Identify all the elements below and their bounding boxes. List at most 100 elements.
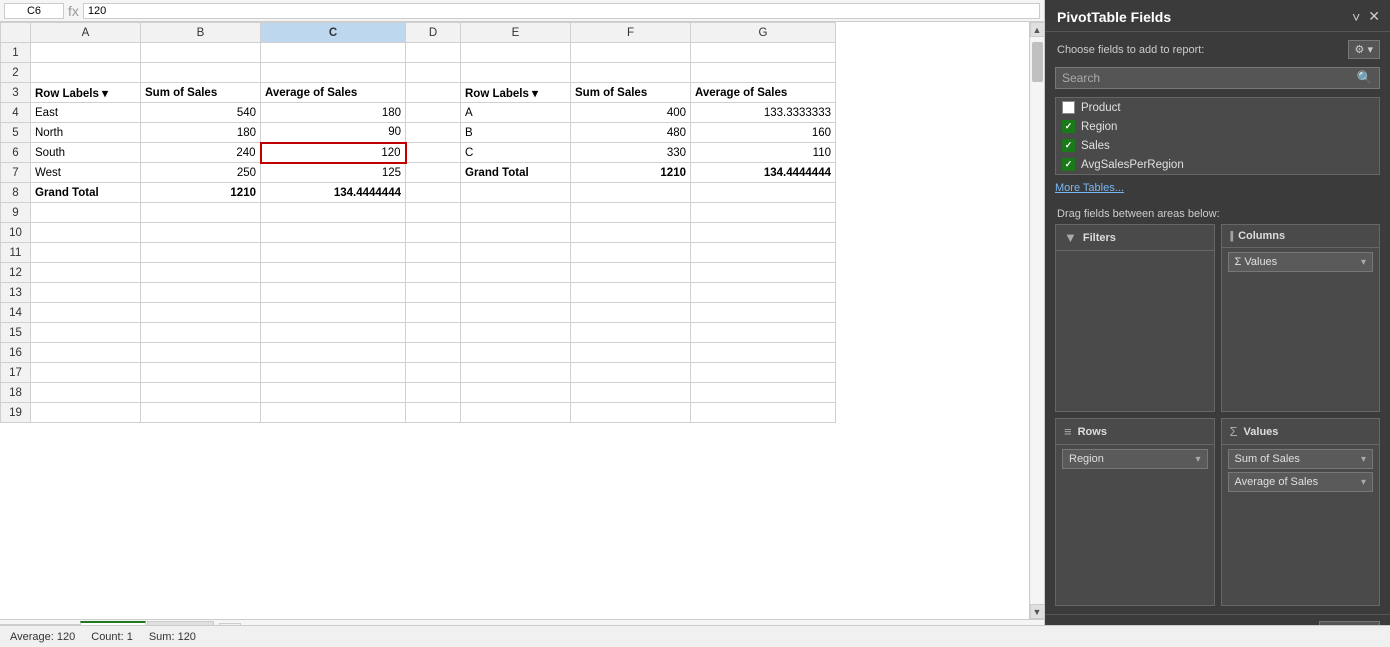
cell-G2[interactable] — [691, 63, 836, 83]
cell-E5[interactable]: B — [461, 123, 571, 143]
row-num: 7 — [1, 163, 31, 183]
pivot-search-box[interactable]: 🔍 — [1055, 67, 1380, 89]
cell-D5[interactable] — [406, 123, 461, 143]
cell-reference-box[interactable] — [4, 3, 64, 19]
col-header-C[interactable]: C — [261, 23, 406, 43]
pivot-field-item-avgsalesperregion[interactable]: AvgSalesPerRegion — [1056, 155, 1379, 174]
cell-E1[interactable] — [461, 43, 571, 63]
cell-A5[interactable]: North — [31, 123, 141, 143]
table-row: 17 — [1, 363, 836, 383]
cell-B8[interactable]: 1210 — [141, 183, 261, 203]
pivot-field-item-sales[interactable]: Sales — [1056, 136, 1379, 155]
field-checkbox-sales[interactable] — [1062, 139, 1075, 152]
scroll-up-button[interactable]: ▲ — [1030, 22, 1045, 37]
cell-F5[interactable]: 480 — [571, 123, 691, 143]
cell-A6[interactable]: South — [31, 143, 141, 163]
cell-F4[interactable]: 400 — [571, 103, 691, 123]
cell-G6[interactable]: 110 — [691, 143, 836, 163]
scroll-thumb[interactable] — [1032, 42, 1043, 82]
pivot-panel-header: PivotTable Fields ˅ ✕ — [1045, 0, 1390, 32]
cell-B3[interactable]: Sum of Sales — [141, 83, 261, 103]
col-header-G[interactable]: G — [691, 23, 836, 43]
cell-G7[interactable]: 134.4444444 — [691, 163, 836, 183]
formula-input[interactable] — [83, 3, 1040, 19]
pivot-field-item-region[interactable]: Region — [1056, 117, 1379, 136]
col-header-D[interactable]: D — [406, 23, 461, 43]
table-row: 16 — [1, 343, 836, 363]
pivot-field-item-product[interactable]: Product — [1056, 98, 1379, 117]
cell-F7[interactable]: 1210 — [571, 163, 691, 183]
pivot-drag-label: Drag fields between areas below: — [1045, 200, 1390, 224]
cell-F8[interactable] — [571, 183, 691, 203]
pivot-rows-region-item[interactable]: Region ▾ — [1062, 449, 1208, 469]
col-header-F[interactable]: F — [571, 23, 691, 43]
pivot-panel: PivotTable Fields ˅ ✕ Choose fields to a… — [1045, 0, 1390, 647]
cell-G3[interactable]: Average of Sales — [691, 83, 836, 103]
pivot-search-input[interactable] — [1062, 71, 1357, 85]
cell-B2[interactable] — [141, 63, 261, 83]
cell-E6[interactable]: C — [461, 143, 571, 163]
cell-D7[interactable] — [406, 163, 461, 183]
cell-G1[interactable] — [691, 43, 836, 63]
cell-A8[interactable]: Grand Total — [31, 183, 141, 203]
table-row: 1 — [1, 43, 836, 63]
cell-D4[interactable] — [406, 103, 461, 123]
cell-B6[interactable]: 240 — [141, 143, 261, 163]
chevron-down-icon[interactable]: ˅ — [1352, 9, 1360, 25]
cell-A1[interactable] — [31, 43, 141, 63]
cell-C5[interactable]: 90 — [261, 123, 406, 143]
pivot-gear-button[interactable]: ⚙ ▾ — [1348, 40, 1380, 59]
pivot-columns-values-item[interactable]: Σ Values ▾ — [1228, 252, 1374, 272]
cell-E2[interactable] — [461, 63, 571, 83]
cell-C2[interactable] — [261, 63, 406, 83]
cell-E8[interactable] — [461, 183, 571, 203]
cell-F3[interactable]: Sum of Sales — [571, 83, 691, 103]
pivot-values-sum-item[interactable]: Sum of Sales ▾ — [1228, 449, 1374, 469]
cell-C1[interactable] — [261, 43, 406, 63]
cell-C6[interactable]: 120 — [261, 143, 406, 163]
cell-G8[interactable] — [691, 183, 836, 203]
cell-D8[interactable] — [406, 183, 461, 203]
cell-B1[interactable] — [141, 43, 261, 63]
field-checkbox-avgsalesperregion[interactable] — [1062, 158, 1075, 171]
cell-F6[interactable]: 330 — [571, 143, 691, 163]
col-header-E[interactable]: E — [461, 23, 571, 43]
cell-D2[interactable] — [406, 63, 461, 83]
close-icon[interactable]: ✕ — [1368, 8, 1380, 25]
cell-A2[interactable] — [31, 63, 141, 83]
pivot-choose-section: Choose fields to add to report: ⚙ ▾ — [1045, 32, 1390, 63]
cell-G4[interactable]: 133.3333333 — [691, 103, 836, 123]
cell-G5[interactable]: 160 — [691, 123, 836, 143]
cell-E4[interactable]: A — [461, 103, 571, 123]
cell-C7[interactable]: 125 — [261, 163, 406, 183]
vertical-scrollbar[interactable]: ▲ ▼ — [1029, 22, 1044, 619]
table-row: 2 — [1, 63, 836, 83]
status-average: Average: 120 — [10, 631, 75, 643]
more-tables-link[interactable]: More Tables... — [1045, 179, 1390, 200]
cell-C8[interactable]: 134.4444444 — [261, 183, 406, 203]
cell-D1[interactable] — [406, 43, 461, 63]
cell-C4[interactable]: 180 — [261, 103, 406, 123]
cell-A3[interactable]: Row Labels ▾ — [31, 83, 141, 103]
cell-F1[interactable] — [571, 43, 691, 63]
cell-A4[interactable]: East — [31, 103, 141, 123]
cell-D6[interactable] — [406, 143, 461, 163]
pivot-area-filters-body — [1056, 251, 1214, 411]
cell-C3[interactable]: Average of Sales — [261, 83, 406, 103]
col-header-B[interactable]: B — [141, 23, 261, 43]
cell-B4[interactable]: 540 — [141, 103, 261, 123]
row-num: 3 — [1, 83, 31, 103]
cell-E3[interactable]: Row Labels ▾ — [461, 83, 571, 103]
field-checkbox-region[interactable] — [1062, 120, 1075, 133]
field-checkbox-product[interactable] — [1062, 101, 1075, 114]
pivot-values-avg-item[interactable]: Average of Sales ▾ — [1228, 472, 1374, 492]
cell-F2[interactable] — [571, 63, 691, 83]
cell-D3[interactable] — [406, 83, 461, 103]
cell-E7[interactable]: Grand Total — [461, 163, 571, 183]
scroll-down-button[interactable]: ▼ — [1030, 604, 1045, 619]
cell-A7[interactable]: West — [31, 163, 141, 183]
cell-B7[interactable]: 250 — [141, 163, 261, 183]
table-row: 18 — [1, 383, 836, 403]
col-header-A[interactable]: A — [31, 23, 141, 43]
cell-B5[interactable]: 180 — [141, 123, 261, 143]
